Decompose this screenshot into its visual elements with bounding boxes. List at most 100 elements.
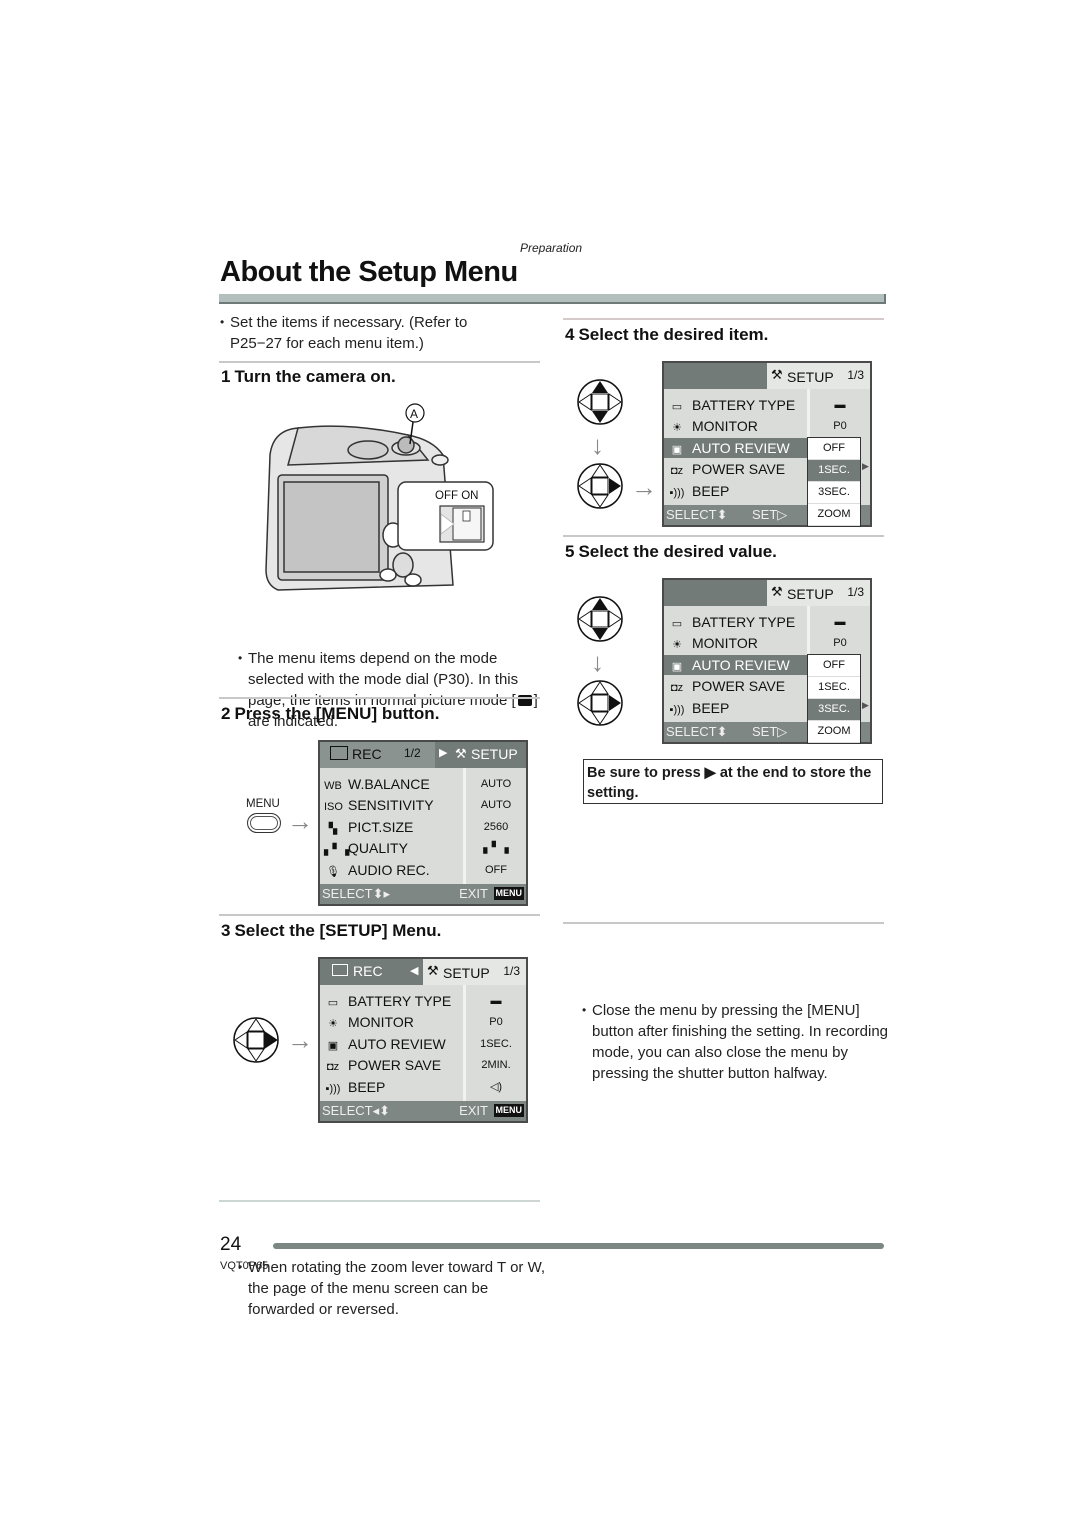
- arrow-left-icon: ◀: [410, 965, 419, 977]
- tab-setup[interactable]: ⚒ SETUP 1/3: [423, 959, 526, 985]
- tab-rec[interactable]: REC 1/2: [320, 742, 435, 768]
- option-item[interactable]: 3SEC.: [808, 699, 860, 721]
- tab-setup[interactable]: ⚒ SETUP 1/3: [767, 580, 870, 606]
- menu-row-icon: ISO: [324, 801, 343, 814]
- screen-footer: SELECT◂⬍ EXIT MENU: [320, 1101, 526, 1121]
- dpad-right-icon: [577, 680, 623, 726]
- menu-row[interactable]: ☀ MONITOR: [668, 633, 758, 653]
- menu-row[interactable]: ▖▘▗QUALITY: [324, 838, 408, 858]
- wrench-icon: ⚒: [771, 367, 783, 382]
- setup-menu-screen: REC ◀ ⚒ SETUP 1/3 ▭ BATTERY TYPE ▬ ☀ MONITOR…: [318, 957, 528, 1123]
- menu-row-value: 2MIN.: [481, 1059, 511, 1072]
- camera-illustration: A OFF ON: [265, 403, 494, 591]
- menu-tag: MENU: [493, 887, 524, 900]
- menu-row-value: P0: [833, 420, 847, 433]
- step-title: Select the desired item.: [578, 325, 769, 344]
- step1-heading: 1 Turn the camera on.: [221, 367, 396, 387]
- camera-icon: [330, 746, 348, 760]
- tab-rec[interactable]: REC ◀: [320, 959, 423, 985]
- option-item[interactable]: OFF: [808, 438, 860, 460]
- menu-row[interactable]: ▚ PICT.SIZE: [324, 817, 414, 837]
- menu-row[interactable]: ▣ AUTO REVIEW: [324, 1034, 446, 1054]
- menu-row[interactable]: ▭ BATTERY TYPE: [324, 991, 451, 1011]
- footer-set: SET▷: [752, 724, 788, 739]
- page-indicator: 1/2: [404, 746, 421, 760]
- menu-row[interactable]: ▭ BATTERY TYPE: [668, 395, 795, 415]
- menu-button[interactable]: [247, 813, 281, 833]
- menu-row[interactable]: ◘z POWER SAVE: [324, 1055, 441, 1075]
- menu-row-label: BEEP: [692, 699, 730, 716]
- footer-select: SELECT⬍: [666, 724, 728, 739]
- menu-row[interactable]: ◘z POWER SAVE: [668, 459, 785, 479]
- option-item[interactable]: OFF: [808, 655, 860, 677]
- step4-heading: 4 Select the desired item.: [565, 325, 768, 345]
- menu-row-value: ▬: [834, 399, 846, 411]
- arrow-down-icon: ↓: [591, 647, 604, 677]
- menu-row[interactable]: ▭ BATTERY TYPE: [668, 612, 795, 632]
- footer-set: SET▷: [752, 507, 788, 522]
- step3-heading: 3 Select the [SETUP] Menu.: [221, 921, 441, 941]
- menu-row[interactable]: ☀ MONITOR: [668, 416, 758, 436]
- menu-row[interactable]: WB W.BALANCE: [324, 774, 430, 794]
- menu-button-label: MENU: [246, 798, 280, 810]
- document-code: VQT0P65: [220, 1260, 269, 1272]
- tab-setup[interactable]: ▶ ⚒ SETUP: [435, 742, 526, 768]
- menu-row-label: BEEP: [348, 1078, 386, 1095]
- menu-row-icon: ▭: [327, 997, 339, 1009]
- step-number: 5: [565, 542, 575, 561]
- option-item[interactable]: ZOOM: [808, 504, 860, 526]
- menu-row-icon: ◘z: [670, 465, 684, 478]
- wrench-icon: ⚒: [427, 963, 439, 978]
- option-item[interactable]: 3SEC.: [808, 482, 860, 504]
- rec-menu-screen: REC 1/2 ▶ ⚒ SETUP WB W.BALANCE AUTO ISO SENS…: [318, 740, 528, 906]
- menu-row[interactable]: ▣ AUTO REVIEW: [664, 437, 807, 458]
- tab-rec-label: REC: [353, 963, 383, 979]
- menu-row[interactable]: ISO SENSITIVITY: [324, 795, 434, 815]
- menu-row-label: BATTERY TYPE: [692, 614, 796, 630]
- menu-row-value: 1SEC.: [480, 1037, 512, 1050]
- menu-row[interactable]: ▣ AUTO REVIEW: [664, 654, 807, 675]
- menu-row-label: MONITOR: [692, 635, 758, 652]
- power-switch-callout: OFF ON: [397, 481, 494, 551]
- menu-row-icon: 🎙: [326, 865, 340, 878]
- menu-row[interactable]: 🎙 AUDIO REC.: [324, 860, 430, 880]
- step-title: Select the [SETUP] Menu.: [234, 921, 442, 940]
- arrow-right-icon: →: [631, 472, 657, 502]
- menu-row-icon: WB: [324, 780, 342, 792]
- menu-row[interactable]: ▪))) BEEP: [324, 1077, 386, 1097]
- menu-row-icon: ▪))): [325, 1082, 341, 1095]
- tab-rec[interactable]: [664, 363, 767, 389]
- menu-row[interactable]: ▪))) BEEP: [668, 698, 730, 718]
- page-title: About the Setup Menu: [220, 256, 518, 288]
- menu-row-icon: ◘z: [670, 682, 684, 695]
- menu-row-label: BATTERY TYPE: [348, 993, 452, 1009]
- menu-row[interactable]: ☀ MONITOR: [324, 1012, 414, 1032]
- menu-row-icon: ▣: [671, 443, 683, 456]
- menu-row-label: MONITOR: [692, 418, 758, 435]
- menu-row[interactable]: ▪))) BEEP: [668, 481, 730, 501]
- menu-row-icon: ▪))): [669, 486, 685, 499]
- screen-header: ⚒ SETUP 1/3: [664, 363, 870, 389]
- tab-setup[interactable]: ⚒ SETUP 1/3: [767, 363, 870, 389]
- step-title: Turn the camera on.: [234, 367, 396, 386]
- menu-row-value: P0: [489, 1016, 503, 1029]
- tab-rec[interactable]: [664, 580, 767, 606]
- footer-select: SELECT⬍: [666, 507, 728, 522]
- tab-setup-label: SETUP: [443, 965, 490, 981]
- footer-select: SELECT◂⬍: [322, 1103, 390, 1118]
- step-number: 2: [221, 704, 231, 723]
- option-item[interactable]: 1SEC.: [808, 677, 860, 699]
- divider: [563, 922, 884, 924]
- menu-row-value: ▬: [490, 995, 502, 1007]
- option-item[interactable]: ZOOM: [808, 721, 860, 743]
- arrow-down-icon: ↓: [591, 430, 604, 460]
- divider: [219, 1200, 540, 1202]
- menu-row-label: AUTO REVIEW: [348, 1035, 446, 1052]
- step-title: Press the [MENU] button.: [234, 704, 440, 723]
- menu-row[interactable]: ◘z POWER SAVE: [668, 676, 785, 696]
- step5-note: Close the menu by pressing the [MENU] bu…: [582, 1000, 897, 1084]
- dpad-right-icon: [233, 1017, 279, 1063]
- menu-row-label: SENSITIVITY: [348, 797, 434, 814]
- arrow-right-icon: ▶: [439, 747, 448, 759]
- option-item[interactable]: 1SEC.: [808, 460, 860, 482]
